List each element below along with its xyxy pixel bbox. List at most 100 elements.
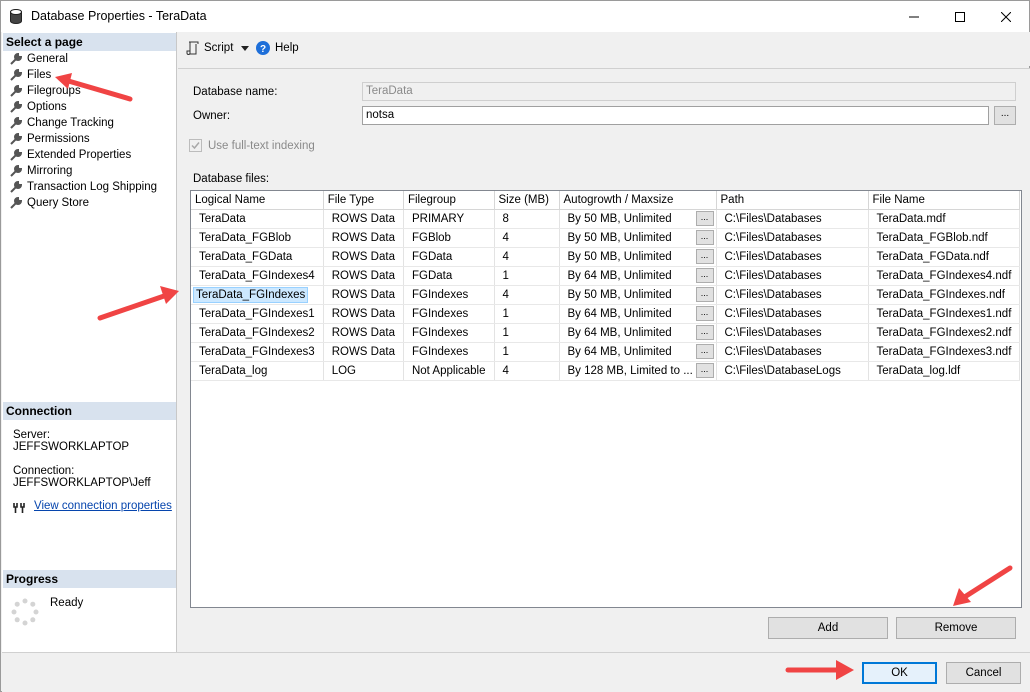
autogrowth-edit-button[interactable]: ... [695, 325, 714, 340]
autogrowth-edit-button[interactable]: ... [695, 287, 714, 302]
cell-file-name[interactable]: TeraData_FGBlob.ndf [868, 228, 1021, 248]
cell-filegroup[interactable]: PRIMARY [403, 209, 495, 229]
cell-filegroup[interactable]: FGData [403, 266, 495, 286]
column-header-size[interactable]: Size (MB) [494, 191, 560, 210]
cell-path[interactable]: C:\Files\Databases [716, 228, 869, 248]
cell-size[interactable]: 8 [494, 209, 560, 229]
nav-item-transaction-log-shipping[interactable]: Transaction Log Shipping [10, 179, 157, 195]
cell-filegroup[interactable]: Not Applicable [403, 361, 495, 381]
view-connection-properties-link[interactable]: View connection properties [34, 500, 172, 512]
column-header-path[interactable]: Path [716, 191, 869, 210]
cell-file-name[interactable]: TeraData_FGIndexes1.ndf [868, 304, 1021, 324]
cell-file-type[interactable]: ROWS Data [323, 304, 404, 324]
cell-file-name[interactable]: TeraData_FGIndexes.ndf [868, 285, 1021, 305]
cell-filegroup[interactable]: FGIndexes [403, 323, 495, 343]
cell-file-type[interactable]: ROWS Data [323, 209, 404, 229]
nav-item-options[interactable]: Options [10, 99, 67, 115]
cell-size[interactable]: 1 [494, 266, 560, 286]
cell-path[interactable]: C:\Files\Databases [716, 266, 869, 286]
cell-file-name[interactable]: TeraData_FGIndexes4.ndf [868, 266, 1021, 286]
nav-item-extended-properties[interactable]: Extended Properties [10, 147, 131, 163]
cell-size[interactable]: 4 [494, 285, 560, 305]
cell-file-type[interactable]: ROWS Data [323, 266, 404, 286]
cell-logical-name[interactable]: TeraData_FGIndexes1 [191, 304, 324, 324]
cell-file-type[interactable]: ROWS Data [323, 247, 404, 267]
owner-field[interactable]: notsa [362, 106, 989, 125]
cell-autogrowth[interactable]: By 64 MB, Unlimited... [559, 342, 717, 362]
cell-file-name[interactable]: TeraData_log.ldf [868, 361, 1021, 381]
remove-button[interactable]: Remove [896, 617, 1016, 639]
cell-autogrowth[interactable]: By 50 MB, Unlimited... [559, 209, 717, 229]
cell-file-type[interactable]: LOG [323, 361, 404, 381]
cell-file-name[interactable]: TeraData_FGData.ndf [868, 247, 1021, 267]
cell-autogrowth[interactable]: By 64 MB, Unlimited... [559, 304, 717, 324]
cell-autogrowth[interactable]: By 50 MB, Unlimited... [559, 285, 717, 305]
table-row[interactable]: TeraData_FGBlob ROWS Data FGBlob 4 By 50 MB,… [191, 228, 1021, 248]
cell-size[interactable]: 4 [494, 361, 560, 381]
autogrowth-edit-button[interactable]: ... [695, 363, 714, 378]
cell-path[interactable]: C:\Files\DatabaseLogs [716, 361, 869, 381]
column-header-file-name[interactable]: File Name [868, 191, 1021, 210]
cell-logical-name[interactable]: TeraData_FGIndexes2 [191, 323, 324, 343]
close-button[interactable] [983, 1, 1029, 32]
help-button[interactable]: ? Help [256, 41, 299, 55]
cell-autogrowth[interactable]: By 50 MB, Unlimited... [559, 228, 717, 248]
table-row[interactable]: TeraData_FGIndexes4 ROWS Data FGData 1 By 64… [191, 266, 1021, 286]
column-header-autogrowth[interactable]: Autogrowth / Maxsize [559, 191, 717, 210]
autogrowth-edit-button[interactable]: ... [695, 211, 714, 226]
cell-filegroup[interactable]: FGIndexes [403, 342, 495, 362]
nav-item-permissions[interactable]: Permissions [10, 131, 90, 147]
cell-logical-name[interactable]: TeraData_FGIndexes [191, 285, 324, 305]
nav-item-mirroring[interactable]: Mirroring [10, 163, 72, 179]
cell-file-name[interactable]: TeraData_FGIndexes3.ndf [868, 342, 1021, 362]
column-header-file-type[interactable]: File Type [323, 191, 404, 210]
cell-filegroup[interactable]: FGIndexes [403, 285, 495, 305]
cell-autogrowth[interactable]: By 64 MB, Unlimited... [559, 266, 717, 286]
table-row[interactable]: TeraData_FGData ROWS Data FGData 4 By 50 MB,… [191, 247, 1021, 267]
autogrowth-edit-button[interactable]: ... [695, 230, 714, 245]
nav-item-query-store[interactable]: Query Store [10, 195, 89, 211]
cell-logical-name[interactable]: TeraData [191, 209, 324, 229]
script-button[interactable]: Script [186, 41, 250, 55]
cell-logical-name[interactable]: TeraData_FGBlob [191, 228, 324, 248]
column-header-logical-name[interactable]: Logical Name [191, 191, 324, 210]
cell-path[interactable]: C:\Files\Databases [716, 304, 869, 324]
table-row[interactable]: TeraData_FGIndexes3 ROWS Data FGIndexes 1 By… [191, 342, 1021, 362]
cell-file-type[interactable]: ROWS Data [323, 285, 404, 305]
nav-item-general[interactable]: General [10, 51, 68, 67]
cell-logical-name[interactable]: TeraData_FGIndexes3 [191, 342, 324, 362]
cell-filegroup[interactable]: FGIndexes [403, 304, 495, 324]
autogrowth-edit-button[interactable]: ... [695, 306, 714, 321]
cell-path[interactable]: C:\Files\Databases [716, 209, 869, 229]
cell-file-type[interactable]: ROWS Data [323, 323, 404, 343]
nav-item-change-tracking[interactable]: Change Tracking [10, 115, 114, 131]
ok-button[interactable]: OK [862, 662, 937, 684]
cell-path[interactable]: C:\Files\Databases [716, 247, 869, 267]
cell-logical-name[interactable]: TeraData_log [191, 361, 324, 381]
cell-file-name[interactable]: TeraData_FGIndexes2.ndf [868, 323, 1021, 343]
minimize-button[interactable] [891, 1, 937, 32]
cell-file-type[interactable]: ROWS Data [323, 342, 404, 362]
cell-file-name[interactable]: TeraData.mdf [868, 209, 1021, 229]
cell-file-type[interactable]: ROWS Data [323, 228, 404, 248]
cell-logical-name[interactable]: TeraData_FGIndexes4 [191, 266, 324, 286]
cell-autogrowth[interactable]: By 128 MB, Limited to ...... [559, 361, 717, 381]
nav-item-filegroups[interactable]: Filegroups [10, 83, 81, 99]
autogrowth-edit-button[interactable]: ... [695, 249, 714, 264]
cell-size[interactable]: 1 [494, 304, 560, 324]
table-row[interactable]: TeraData ROWS Data PRIMARY 8 By 50 MB, Unlim… [191, 209, 1021, 229]
table-row[interactable]: TeraData_FGIndexes2 ROWS Data FGIndexes 1 By… [191, 323, 1021, 343]
cell-path[interactable]: C:\Files\Databases [716, 285, 869, 305]
cell-size[interactable]: 1 [494, 323, 560, 343]
table-row[interactable]: TeraData_log LOG Not Applicable 4 By 128 MB,… [191, 361, 1021, 381]
maximize-button[interactable] [937, 1, 983, 32]
autogrowth-edit-button[interactable]: ... [695, 344, 714, 359]
cell-logical-name[interactable]: TeraData_FGData [191, 247, 324, 267]
cell-filegroup[interactable]: FGBlob [403, 228, 495, 248]
cell-path[interactable]: C:\Files\Databases [716, 342, 869, 362]
column-header-filegroup[interactable]: Filegroup [403, 191, 495, 210]
cell-size[interactable]: 4 [494, 247, 560, 267]
owner-browse-button[interactable]: ... [994, 106, 1016, 125]
cancel-button[interactable]: Cancel [946, 662, 1021, 684]
table-row[interactable]: TeraData_FGIndexes1 ROWS Data FGIndexes 1 By… [191, 304, 1021, 324]
